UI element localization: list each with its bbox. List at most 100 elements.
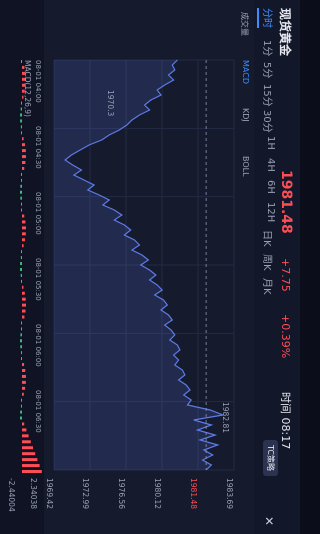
current-price: 1981.48 bbox=[278, 170, 294, 234]
macd-bar bbox=[20, 345, 22, 349]
macd-bar bbox=[20, 273, 22, 277]
indicator-tab[interactable]: KDJ bbox=[241, 108, 250, 122]
macd-bar bbox=[20, 107, 22, 111]
low-price-label: 1970.3 bbox=[106, 90, 115, 117]
indicator-tab[interactable]: 成交量 bbox=[239, 12, 250, 36]
timeframe-tab[interactable]: 15分 bbox=[261, 84, 276, 107]
macd-bar bbox=[22, 440, 31, 444]
high-price-label: 1982.81 bbox=[221, 402, 230, 434]
macd-bar bbox=[21, 238, 25, 242]
macd-bar bbox=[22, 422, 25, 426]
macd-bar bbox=[22, 315, 25, 319]
macd-bar bbox=[20, 125, 22, 129]
macd-bar bbox=[22, 297, 26, 301]
macd-bar bbox=[21, 428, 27, 432]
macd-bar bbox=[21, 327, 22, 331]
macd-bar bbox=[21, 279, 22, 283]
macd-bar bbox=[20, 184, 22, 188]
time-axis-label: 08-01 04:30 bbox=[34, 126, 42, 169]
price-axis-label: 1969.42 bbox=[45, 478, 54, 510]
timeframe-tab[interactable]: 30分 bbox=[261, 110, 276, 133]
macd-bar bbox=[20, 256, 22, 260]
macd-bar bbox=[20, 196, 22, 200]
macd-bar bbox=[20, 410, 22, 414]
price-axis-label: 1981.48 bbox=[189, 478, 198, 510]
price-axis-label: 1976.56 bbox=[117, 478, 126, 510]
macd-bar bbox=[20, 416, 22, 420]
indicator-tab[interactable]: MACD bbox=[241, 60, 250, 84]
timeframe-tab[interactable]: 分时 bbox=[257, 8, 276, 28]
macd-bar bbox=[22, 220, 26, 224]
screen: 现货黄金 1981.48 +7.75 +0.39% 时间 08:17 TC策略 … bbox=[0, 0, 300, 534]
macd-bar bbox=[22, 392, 24, 396]
macd-bar bbox=[21, 101, 22, 105]
macd-bar bbox=[21, 464, 40, 468]
macd-axis-bottom: -2.44004 bbox=[7, 478, 16, 512]
timeframe-tab[interactable]: 周K bbox=[261, 254, 276, 271]
time-axis-label: 08-01 05:30 bbox=[34, 258, 42, 301]
macd-bar bbox=[22, 285, 24, 289]
macd-bar bbox=[20, 262, 22, 266]
timeframe-tab[interactable]: 日K bbox=[261, 230, 276, 247]
macd-bar bbox=[21, 351, 22, 355]
close-icon[interactable]: ✕ bbox=[262, 516, 276, 526]
macd-bar bbox=[21, 208, 22, 212]
macd-bar bbox=[22, 303, 26, 307]
macd-bar bbox=[22, 226, 26, 230]
macd-bar bbox=[22, 161, 26, 165]
macd-bar bbox=[22, 137, 24, 141]
macd-bar bbox=[21, 250, 22, 254]
macd-bar bbox=[22, 291, 25, 295]
timeframe-tab[interactable]: 1H bbox=[265, 136, 276, 150]
macd-bar bbox=[22, 143, 25, 147]
time-axis-label: 08-01 06:00 bbox=[34, 324, 42, 367]
chart-area[interactable] bbox=[44, 0, 254, 534]
macd-bar bbox=[22, 214, 25, 218]
macd-bar bbox=[22, 458, 38, 462]
time-label: 时间 08:17 bbox=[279, 392, 292, 450]
macd-bar bbox=[20, 190, 22, 194]
timeframe-tab[interactable]: 12H bbox=[265, 202, 276, 222]
macd-bar bbox=[22, 452, 36, 456]
price-axis-label: 1983.69 bbox=[225, 478, 234, 510]
macd-bar bbox=[22, 446, 33, 450]
timeframe-tab[interactable]: 1分 bbox=[261, 40, 276, 56]
macd-bar bbox=[21, 321, 22, 325]
timeframe-tab[interactable]: 4H bbox=[265, 158, 276, 172]
time-axis-label: 08-01 04:00 bbox=[34, 60, 42, 103]
macd-bar bbox=[22, 309, 26, 313]
macd-bar bbox=[22, 232, 26, 236]
app-root: 现货黄金 1981.48 +7.75 +0.39% 时间 08:17 TC策略 … bbox=[0, 0, 300, 534]
time-axis-label: 08-01 06:30 bbox=[34, 390, 42, 433]
macd-bar bbox=[21, 60, 22, 63]
indicator-tab[interactable]: BOLL bbox=[241, 156, 250, 177]
macd-bar bbox=[20, 119, 22, 123]
macd-axis-top: 2.34038 bbox=[29, 478, 38, 510]
macd-bar bbox=[21, 149, 26, 153]
macd-bar bbox=[22, 155, 26, 159]
macd-bar bbox=[21, 166, 25, 170]
price-change-percent: +0.39% bbox=[279, 314, 292, 359]
macd-bar bbox=[22, 363, 25, 367]
timeframe-tab[interactable]: 6H bbox=[265, 180, 276, 194]
price-axis-label: 1980.12 bbox=[153, 478, 162, 510]
macd-bar bbox=[21, 202, 22, 206]
strategy-badge[interactable]: TC策略 bbox=[263, 440, 278, 477]
price-change: +7.75 bbox=[279, 258, 292, 292]
macd-bar bbox=[21, 178, 22, 182]
macd-bar bbox=[20, 113, 22, 117]
price-chart bbox=[53, 59, 235, 471]
macd-bar bbox=[22, 368, 26, 372]
macd-bar bbox=[21, 131, 22, 135]
macd-bar bbox=[21, 404, 22, 408]
macd-bar bbox=[22, 434, 29, 438]
timeframe-tab[interactable]: 月K bbox=[261, 278, 276, 295]
macd-bar bbox=[22, 470, 42, 473]
timeframe-tab[interactable]: 5分 bbox=[261, 62, 276, 78]
price-axis-label: 1972.99 bbox=[81, 478, 90, 510]
macd-bar bbox=[20, 267, 22, 271]
macd-bar bbox=[20, 339, 22, 343]
macd-bar bbox=[20, 333, 22, 337]
macd-label: MACD(12,26,9) bbox=[23, 60, 32, 117]
macd-bar bbox=[21, 380, 26, 384]
